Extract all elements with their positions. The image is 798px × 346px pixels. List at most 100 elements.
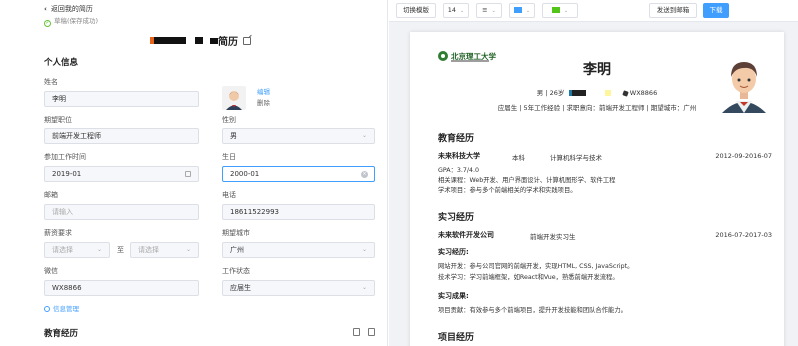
birthday-label: 生日 — [222, 153, 236, 161]
city-value: 广州 — [230, 246, 244, 254]
chevron-down-icon: ⌄ — [185, 246, 191, 253]
chevron-down-icon: ⌄ — [361, 132, 367, 139]
preview-intern-date: 2016-07-2017-03 — [715, 231, 772, 239]
avatar-edit-link[interactable]: 编辑 — [257, 86, 270, 96]
preview-internship-title: 实习经历 — [438, 213, 475, 223]
salary-max-placeholder: 请选择 — [138, 246, 159, 254]
gender-select[interactable]: 男 ⌄ — [222, 128, 375, 144]
chevron-down-icon: ⌄ — [96, 246, 102, 253]
save-status: ✓ 草稿(保存成功) — [44, 15, 98, 27]
preview-gender: 男 — [536, 89, 544, 97]
clear-icon[interactable]: × — [361, 171, 368, 178]
info-manage-link[interactable]: 信息管理 — [44, 303, 79, 313]
color-swatch-icon — [551, 7, 560, 13]
avatar[interactable] — [222, 86, 246, 110]
birthday-value: 2000-01 — [230, 170, 260, 178]
job-input[interactable]: 前端开发工程师 — [44, 128, 199, 144]
resume-editor-panel: ‹ 返回我的简历 ✓ 草稿(保存成功) 简历 个人信息 姓名 李明 编辑 删除 期望… — [0, 0, 388, 346]
birthday-picker[interactable]: 2000-01 × — [222, 166, 375, 182]
phone-label: 电话 — [222, 191, 236, 199]
redaction-mark — [604, 90, 611, 96]
preview-edu-gpa: GPA：3.7/4.0 — [438, 167, 480, 174]
resume-preview-panel: 切换模版 14 ⌄ ≡ ⌄ ⌄ ⌄ 发送到邮箱 下载 北京理工大学 李明 男 | 2… — [389, 0, 798, 346]
preview-intern-text: 项目贡献：有效参与多个前端项目，提升开发技能和团队合作能力。 — [438, 307, 627, 314]
redaction-mark — [154, 37, 186, 44]
sort-icon[interactable] — [353, 328, 360, 336]
chevron-left-icon: ‹ — [44, 5, 47, 13]
status-select[interactable]: 应届生 ⌄ — [222, 280, 375, 296]
preview-project-title: 项目经历 — [438, 333, 475, 343]
preview-intern-text: 网站开发：参与公司官网的前端开发，实现HTML, CSS, JavaScript… — [438, 263, 634, 270]
work-start-picker[interactable]: 2019-01 — [44, 166, 199, 182]
download-button[interactable]: 下载 — [703, 3, 729, 18]
font-size-value: 14 — [447, 6, 457, 14]
city-select[interactable]: 广州 ⌄ — [222, 242, 375, 258]
theme-color-select[interactable]: ⌄ — [542, 3, 578, 18]
chevron-down-icon: ⌄ — [460, 8, 465, 14]
preview-intern-company: 未来软件开发公司 — [438, 231, 494, 239]
gender-value: 男 — [230, 132, 237, 140]
preview-intern-text: 技术学习：学习前端框架，如React和Vue，熟悉前端开发流程。 — [438, 274, 619, 281]
education-actions — [353, 328, 375, 336]
edit-icon[interactable] — [243, 36, 251, 45]
work-start-label: 参加工作时间 — [44, 153, 86, 161]
preview-toolbar: 切换模版 14 ⌄ ≡ ⌄ ⌄ ⌄ 发送到邮箱 下载 — [389, 0, 798, 22]
preview-education-title: 教育经历 — [438, 134, 475, 144]
section-personal-info: 个人信息 — [44, 58, 79, 68]
send-email-button[interactable]: 发送到邮箱 — [649, 3, 697, 18]
layout-icon — [513, 7, 522, 13]
salary-label: 薪资要求 — [44, 229, 72, 237]
line-height-select[interactable]: ≡ ⌄ — [476, 3, 502, 18]
chevron-down-icon: ⌄ — [491, 8, 496, 14]
chevron-down-icon: ⌄ — [361, 284, 367, 291]
preview-edu-school: 未来科技大学 — [438, 152, 480, 160]
check-icon: ✓ — [44, 20, 51, 27]
email-input[interactable]: 请输入 — [44, 204, 199, 220]
preview-intern-subtitle: 实习成果: — [438, 292, 469, 300]
chevron-down-icon: ⌄ — [563, 8, 569, 14]
name-input[interactable]: 李明 — [44, 91, 199, 107]
preview-age: 26岁 — [549, 89, 565, 97]
preview-edu-date: 2012-09-2016-07 — [715, 152, 772, 160]
settings-icon — [44, 306, 50, 312]
resume-title: 简历 — [150, 33, 251, 48]
wechat-icon — [622, 90, 629, 97]
preview-edu-projects: 学术项目：参与多个前端相关的学术和实践项目。 — [438, 187, 577, 194]
wechat-input[interactable]: WX8866 — [44, 280, 199, 296]
preview-edu-major: 计算机科学与技术 — [550, 154, 602, 162]
status-label: 工作状态 — [222, 267, 250, 275]
resume-page: 北京理工大学 李明 男 | 26岁 WX8866 应届生 | 5年工作经验 | … — [410, 32, 784, 346]
city-label: 期望城市 — [222, 229, 250, 237]
preview-intern-role: 前端开发实习生 — [530, 233, 576, 241]
preview-wechat: WX8866 — [629, 89, 658, 97]
chevron-down-icon: ⌄ — [361, 246, 367, 253]
salary-min-select[interactable]: 请选择 ⌄ — [44, 242, 110, 258]
layout-select[interactable]: ⌄ — [509, 3, 535, 18]
back-link[interactable]: ‹ 返回我的简历 — [44, 4, 93, 14]
switch-template-button[interactable]: 切换模版 — [396, 3, 436, 18]
chevron-down-icon: ⌄ — [525, 8, 531, 14]
salary-range-separator: 至 — [117, 246, 124, 254]
job-label: 期望职位 — [44, 116, 72, 124]
redaction-mark — [210, 37, 218, 44]
salary-min-placeholder: 请选择 — [52, 246, 73, 254]
phone-input[interactable]: 18611522993 — [222, 204, 375, 220]
calendar-icon — [185, 171, 191, 177]
preview-avatar — [714, 53, 774, 113]
avatar-delete-link[interactable]: 删除 — [257, 97, 270, 107]
save-status-text: 草稿(保存成功) — [54, 17, 99, 25]
wechat-label: 微信 — [44, 267, 58, 275]
name-label: 姓名 — [44, 78, 58, 86]
font-size-select[interactable]: 14 ⌄ — [443, 3, 469, 18]
preview-edu-courses: 相关课程：Web开发、用户界面设计、计算机图形学、软件工程 — [438, 177, 616, 184]
gender-label: 性别 — [222, 116, 236, 124]
redaction-mark — [572, 90, 587, 96]
back-label: 返回我的简历 — [50, 5, 93, 13]
salary-max-select[interactable]: 请选择 ⌄ — [130, 242, 199, 258]
email-label: 邮箱 — [44, 191, 58, 199]
delete-icon[interactable] — [368, 328, 375, 336]
line-height-icon: ≡ — [482, 6, 488, 14]
section-education: 教育经历 — [44, 329, 79, 339]
info-manage-label: 信息管理 — [53, 305, 79, 313]
preview-edu-degree: 本科 — [512, 154, 525, 162]
